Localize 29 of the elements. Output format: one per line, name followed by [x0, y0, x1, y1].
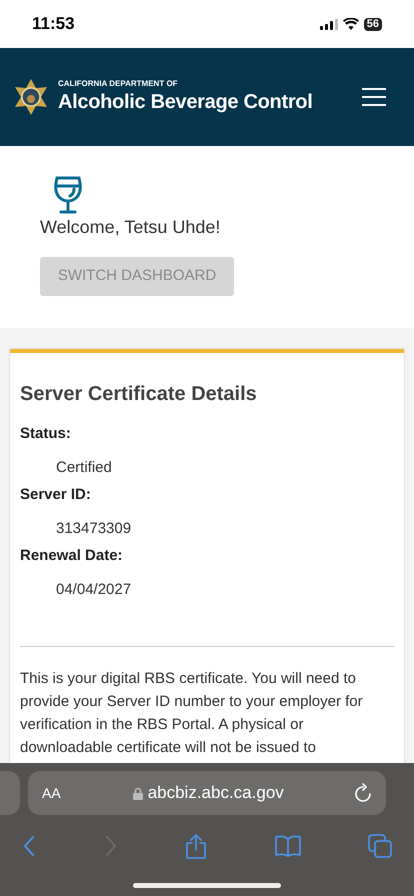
text-size-button[interactable]: AA — [42, 782, 61, 804]
menu-button[interactable] — [362, 87, 386, 107]
back-icon[interactable] — [22, 835, 36, 857]
field-label: Server ID: — [20, 485, 92, 505]
tabs-icon[interactable] — [368, 834, 392, 858]
signal-icon — [320, 18, 338, 30]
field-value: 313473309 — [55, 519, 132, 539]
header-title: Alcoholic Beverage Control — [58, 90, 312, 115]
field-label: Renewal Date: — [20, 546, 124, 566]
battery-level: 56 — [364, 18, 382, 30]
info-paragraph: This is your digital RBS certificate. You will need to provide your Server ID number to your employer for verification in the RBS Portal. A physical or downloadable certificate will not be issued to — [20, 669, 364, 758]
field-value: 04/04/2027 — [55, 580, 132, 600]
book-icon[interactable] — [274, 835, 300, 857]
field-label: Status: — [20, 424, 72, 444]
wifi-icon — [342, 18, 359, 30]
menu-icon — [362, 87, 386, 107]
header-subtitle: CALIFORNIA DEPARTMENT OF — [58, 79, 179, 89]
share-icon[interactable] — [185, 833, 207, 859]
clock: 11:53 — [32, 13, 75, 36]
lock-icon — [132, 786, 143, 800]
star-badge-icon — [12, 78, 50, 116]
wine-glass-icon — [53, 176, 83, 214]
url-text: abcbiz.abc.ca.gov — [148, 782, 284, 804]
welcome-text: Welcome, Tetsu Uhde! — [40, 216, 222, 239]
card-title: Server Certificate Details — [20, 382, 258, 407]
reload-icon[interactable] — [354, 783, 372, 803]
field-value: Certified — [55, 458, 113, 478]
address-bar[interactable]: AA abcbiz.abc.ca.gov — [28, 771, 386, 815]
previous-tab-edge — [0, 771, 20, 815]
